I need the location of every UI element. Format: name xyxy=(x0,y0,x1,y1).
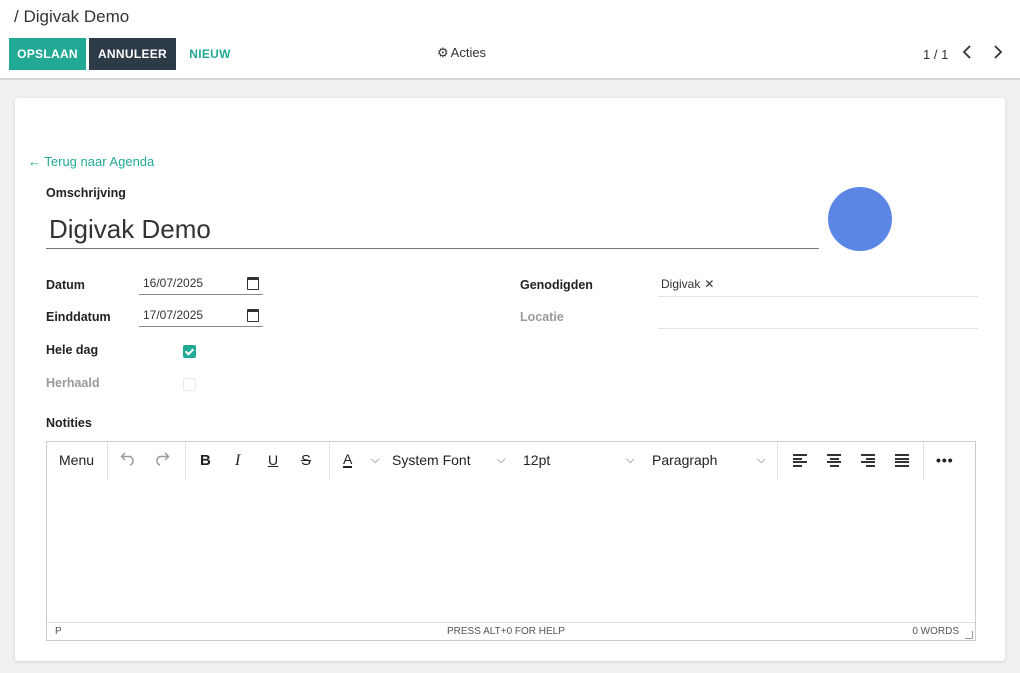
toolbar-divider xyxy=(107,442,108,480)
date-input[interactable]: 16/07/2025 xyxy=(139,274,263,295)
editor-menu-button[interactable]: Menu xyxy=(59,452,94,468)
toolbar-divider xyxy=(923,442,924,480)
toolbar-divider xyxy=(329,442,330,480)
attendee-tag-label: Digivak xyxy=(661,277,701,291)
breadcrumb[interactable]: / Digivak Demo xyxy=(14,7,129,27)
description-input[interactable]: Digivak Demo xyxy=(46,210,819,249)
end-date-label: Einddatum xyxy=(46,310,111,324)
chevron-down-icon[interactable]: ⌵ xyxy=(626,454,634,467)
more-icon[interactable]: ••• xyxy=(936,452,954,468)
calendar-icon[interactable] xyxy=(247,309,259,322)
location-input[interactable] xyxy=(658,307,978,329)
undo-icon[interactable] xyxy=(120,450,136,469)
align-left-icon[interactable] xyxy=(793,454,807,467)
toolbar-divider xyxy=(777,442,778,480)
chevron-left-icon[interactable] xyxy=(962,43,972,64)
chevron-down-icon[interactable]: ⌵ xyxy=(757,454,765,467)
all-day-label: Hele dag xyxy=(46,343,99,357)
new-button[interactable]: NIEUW xyxy=(182,38,238,70)
arrow-left-icon: ← xyxy=(28,154,41,169)
align-right-icon[interactable] xyxy=(861,454,875,467)
notes-editor: Menu B I U S A ⌵ System Font ⌵ 12pt ⌵ Pa… xyxy=(46,441,976,641)
editor-content[interactable] xyxy=(47,480,975,622)
font-size-select[interactable]: 12pt xyxy=(523,452,550,468)
italic-icon[interactable]: I xyxy=(235,452,240,470)
recurring-checkbox[interactable] xyxy=(183,378,196,391)
end-date-value: 17/07/2025 xyxy=(143,308,204,322)
description-label: Omschrijving xyxy=(46,186,126,200)
font-family-select[interactable]: System Font xyxy=(392,452,471,468)
text-color-icon[interactable]: A xyxy=(343,452,353,468)
gear-icon: ⚙ xyxy=(437,45,449,60)
attendees-input[interactable]: Digivak ✕ xyxy=(658,275,978,297)
redo-icon[interactable] xyxy=(154,450,170,469)
toolbar-divider xyxy=(185,442,186,480)
attendees-label: Genodigden xyxy=(520,278,593,292)
resize-handle-icon[interactable] xyxy=(965,631,973,639)
all-day-checkbox[interactable] xyxy=(183,345,196,358)
back-to-agenda-link[interactable]: ← Terug naar Agenda xyxy=(28,154,154,169)
avatar xyxy=(828,187,892,251)
chevron-down-icon[interactable]: ⌵ xyxy=(371,454,379,467)
actions-dropdown[interactable]: ⚙ Acties xyxy=(437,45,486,61)
bold-icon[interactable]: B xyxy=(200,452,211,469)
element-path[interactable]: P xyxy=(55,626,62,637)
block-format-select[interactable]: Paragraph xyxy=(652,452,717,468)
save-button[interactable]: OPSLAAN xyxy=(9,38,86,70)
chevron-down-icon[interactable]: ⌵ xyxy=(497,454,505,467)
date-label: Datum xyxy=(46,278,85,292)
actions-label: Acties xyxy=(450,45,487,60)
back-link-label: Terug naar Agenda xyxy=(44,154,155,169)
pager-value[interactable]: 1 / 1 xyxy=(923,47,948,62)
editor-statusbar: P PRESS ALT+0 FOR HELP 0 WORDS xyxy=(47,622,975,641)
control-panel: / Digivak Demo OPSLAAN ANNULEER NIEUW ⚙ A… xyxy=(0,0,1020,80)
calendar-icon[interactable] xyxy=(247,277,259,290)
align-justify-icon[interactable] xyxy=(895,454,909,467)
editor-toolbar: Menu B I U S A ⌵ System Font ⌵ 12pt ⌵ Pa… xyxy=(47,442,975,480)
strikethrough-icon[interactable]: S xyxy=(301,452,311,469)
chevron-right-icon[interactable] xyxy=(993,43,1003,64)
underline-icon[interactable]: U xyxy=(268,452,278,468)
form-sheet: ← Terug naar Agenda Omschrijving Digivak… xyxy=(15,98,1005,661)
date-value: 16/07/2025 xyxy=(143,276,204,290)
word-count: 0 WORDS xyxy=(912,626,959,637)
end-date-input[interactable]: 17/07/2025 xyxy=(139,306,263,327)
align-center-icon[interactable] xyxy=(827,454,841,467)
remove-tag-icon[interactable]: ✕ xyxy=(704,277,714,291)
cancel-button[interactable]: ANNULEER xyxy=(89,38,176,70)
location-label: Locatie xyxy=(520,310,564,324)
recurring-label: Herhaald xyxy=(46,376,100,390)
help-hint: PRESS ALT+0 FOR HELP xyxy=(447,626,565,637)
attendee-tag: Digivak ✕ xyxy=(661,277,714,291)
notes-label: Notities xyxy=(46,416,92,430)
